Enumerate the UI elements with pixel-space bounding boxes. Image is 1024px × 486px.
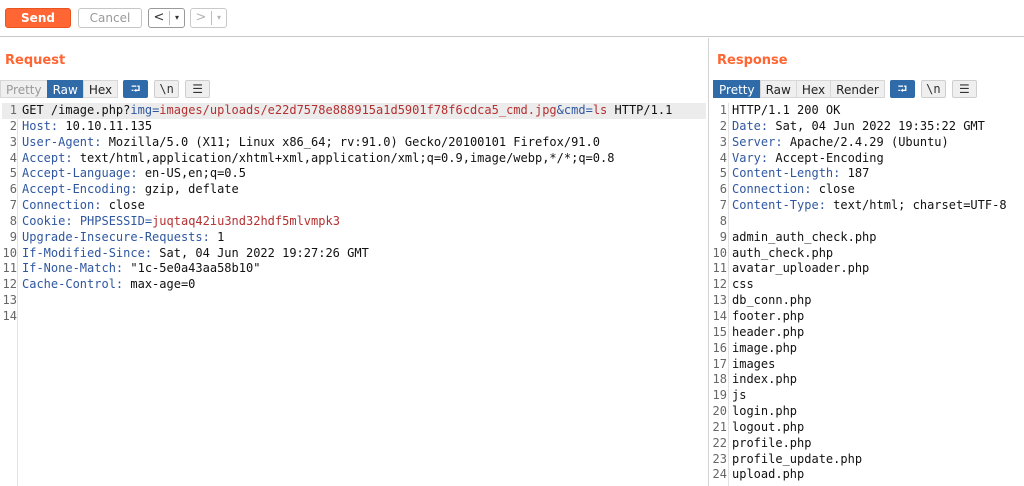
code-line: 8	[719, 213, 727, 228]
code-line: 7 Content-Type: text/html; charset=UTF-8	[719, 198, 1007, 213]
code-line: 11 If-None-Match: "1c-5e0a43aa58b10"	[2, 261, 261, 276]
send-button[interactable]: Send	[5, 8, 71, 28]
response-tab-pretty[interactable]: Pretty	[713, 80, 761, 98]
code-line: 22 profile.php	[712, 435, 812, 450]
code-line: 11 avatar_uploader.php	[712, 261, 870, 276]
request-tabbar: Pretty Raw Hex ⮒ \n ☰	[0, 80, 211, 98]
code-line: 12 Cache-Control: max-age=0	[2, 277, 196, 292]
code-line: 13	[2, 293, 17, 308]
chevron-down-icon[interactable]: ▾	[170, 9, 184, 27]
forward-arrow-icon[interactable]: >	[191, 9, 211, 27]
code-line: 8 Cookie: PHPSESSID=juqtaq42iu3nd32hdf5ml…	[9, 213, 340, 228]
code-line: 21 logout.php	[712, 419, 805, 434]
line-number: 1	[9, 103, 17, 117]
code-line: 16 image.php	[712, 340, 798, 355]
code-line: 9 Upgrade-Insecure-Requests: 1	[9, 229, 225, 244]
response-title: Response	[717, 53, 788, 68]
code-line: 10 If-Modified-Since: Sat, 04 Jun 2022 19…	[2, 245, 369, 260]
code-line: 2 Host: 10.10.11.135	[9, 118, 153, 133]
code-line: 24 upload.php	[712, 467, 805, 482]
code-line: 6 Accept-Encoding: gzip, deflate	[9, 182, 239, 197]
code-line: 12 css	[712, 277, 754, 292]
menu-icon[interactable]: ☰	[185, 80, 211, 98]
code-line: 14 footer.php	[712, 308, 805, 323]
code-line: 18 index.php	[712, 372, 798, 387]
request-editor[interactable]: 1 GET /image.php?img=images/uploads/e22d7…	[2, 103, 706, 325]
code-line: 3 User-Agent: Mozilla/5.0 (X11; Linux x86…	[9, 134, 600, 149]
top-toolbar: Send Cancel < ▾ > ▾	[0, 0, 1024, 37]
code-line: 2 Date: Sat, 04 Jun 2022 19:35:22 GMT	[719, 118, 985, 133]
back-arrow-icon[interactable]: <	[149, 9, 169, 27]
code-line: 17 images	[712, 356, 776, 371]
code-line: 4 Accept: text/html,application/xhtml+xml…	[9, 150, 615, 165]
response-tab-render[interactable]: Render	[830, 80, 885, 98]
code-line: 5 Content-Length: 187	[719, 166, 870, 181]
history-back-group: < ▾	[148, 8, 185, 28]
code-line: 4 Vary: Accept-Encoding	[719, 150, 884, 165]
history-forward-group: > ▾	[190, 8, 227, 28]
code-line: 3 Server: Apache/2.4.29 (Ubuntu)	[719, 134, 949, 149]
code-line: 5 Accept-Language: en-US,en;q=0.5	[9, 166, 246, 181]
code-line: 10 auth_check.php	[712, 245, 834, 260]
wrap-icon[interactable]: ⮒	[123, 80, 149, 98]
request-tab-hex[interactable]: Hex	[82, 80, 119, 98]
wrap-icon[interactable]: ⮒	[889, 80, 915, 98]
code-line: 13 db_conn.php	[712, 293, 812, 308]
menu-icon[interactable]: ☰	[951, 80, 977, 98]
response-editor[interactable]: 1 HTTP/1.1 200 OK 2 Date: Sat, 04 Jun 2022…	[703, 103, 1024, 483]
chevron-down-icon[interactable]: ▾	[212, 9, 226, 27]
code-line: 20 login.php	[712, 404, 798, 419]
code-line: 14	[2, 308, 17, 323]
newline-icon[interactable]: \n	[920, 80, 946, 98]
code-line: 7 Connection: close	[9, 198, 145, 213]
code-line: 19 js	[712, 388, 747, 403]
request-title: Request	[5, 53, 66, 68]
response-tabbar: Pretty Raw Hex Render ⮒ \n ☰	[713, 80, 977, 98]
cancel-button[interactable]: Cancel	[78, 8, 142, 28]
request-tab-pretty[interactable]: Pretty	[0, 80, 48, 98]
newline-icon[interactable]: \n	[154, 80, 180, 98]
code-line: 6 Connection: close	[719, 182, 855, 197]
code-line: 1 HTTP/1.1 200 OK	[719, 103, 841, 117]
response-tab-raw[interactable]: Raw	[759, 80, 797, 98]
response-tab-hex[interactable]: Hex	[795, 80, 832, 98]
code-line: 1 GET /image.php?img=images/uploads/e22d7…	[2, 103, 706, 119]
code-line: 15 header.php	[712, 324, 805, 339]
code-line: 9 admin_auth_check.php	[719, 229, 877, 244]
request-tab-raw[interactable]: Raw	[46, 80, 84, 98]
code-line: 23 profile_update.php	[712, 451, 863, 466]
